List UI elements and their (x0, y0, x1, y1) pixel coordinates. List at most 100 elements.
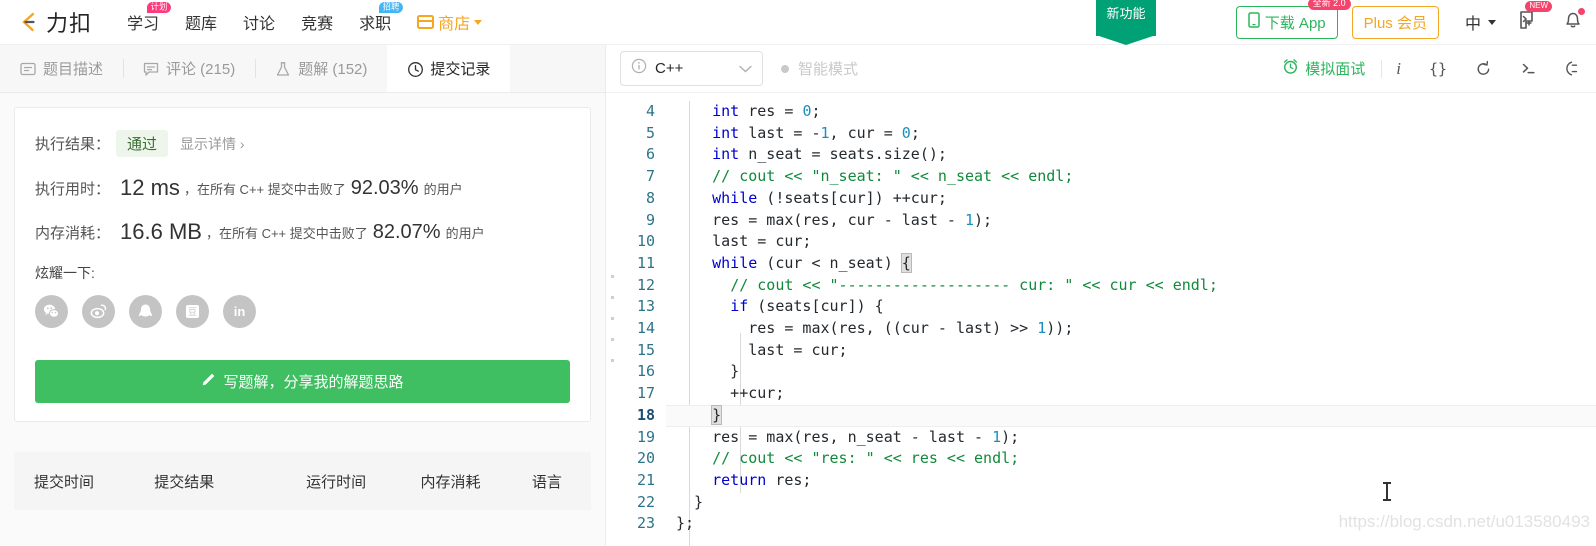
code-line[interactable]: // cout << "res: " << res << endl; (666, 448, 1596, 470)
tab-solutions[interactable]: 题解 (152) (255, 45, 387, 92)
format-braces-icon[interactable]: {} (1415, 60, 1461, 78)
code-content[interactable]: int res = 0; int last = -1, cur = 0; int… (666, 93, 1596, 546)
code-line[interactable]: res = max(res, ((cur - last) >> 1)); (666, 318, 1596, 340)
shop-icon (417, 14, 435, 30)
nav-items: 学习 计划 题库 讨论 竞赛 求职 招聘 商店 (114, 1, 495, 34)
nav-item-label: 求职 (359, 16, 392, 33)
status-dot-icon (781, 64, 789, 73)
code-line[interactable]: res = max(res, cur - last - 1); (666, 210, 1596, 232)
show-detail-link[interactable]: 显示详情 › (180, 134, 245, 154)
code-line[interactable]: int last = -1, cur = 0; (666, 123, 1596, 145)
smart-mode-label: 智能模式 (798, 61, 859, 78)
download-app-version-badge: 全新 2.0 (1307, 0, 1351, 11)
editor-toolbar: C++ 智能模式 模拟面试 i {} (606, 45, 1596, 93)
code-line[interactable]: // cout << "------------------- cur: " <… (666, 275, 1596, 297)
table-row[interactable] (14, 510, 591, 546)
line-number: 19 (636, 427, 655, 446)
linkedin-icon[interactable]: in (223, 295, 256, 328)
code-line[interactable]: last = cur; (666, 340, 1596, 362)
line-number: 4 (645, 102, 655, 120)
line-number: 15 (636, 340, 655, 359)
wechat-icon[interactable] (35, 295, 68, 328)
new-badge: NEW (1525, 0, 1552, 13)
write-solution-button[interactable]: 写题解，分享我的解题思路 (35, 360, 570, 403)
fold-dot (611, 317, 614, 320)
code-line[interactable]: return res; (666, 470, 1596, 492)
chevron-down-icon (474, 19, 483, 25)
line-number: 22 (636, 492, 655, 511)
line-number: 8 (645, 188, 655, 207)
code-line[interactable]: int res = 0; (666, 101, 1596, 123)
nav-item-shop[interactable]: 商店 (404, 10, 495, 34)
new-feature-label: 新功能 (1106, 6, 1146, 21)
code-line[interactable]: } (666, 492, 1596, 514)
runtime-row: 执行用时： 12 ms ，在所有 C++ 提交中击败了 92.03% 的用户 (15, 175, 590, 201)
weibo-icon[interactable] (82, 295, 115, 328)
mock-interview-label: 模拟面试 (1305, 61, 1366, 78)
reset-icon[interactable] (1461, 60, 1506, 77)
language-selector[interactable]: 中 (1465, 10, 1496, 34)
flask-icon (275, 61, 291, 77)
code-line[interactable]: // cout << "n_seat: " << n_seat << endl; (666, 166, 1596, 188)
table-header-row: 提交时间 提交结果 运行时间 内存消耗 语言 (14, 452, 591, 510)
runtime-percent: 92.03% (350, 176, 419, 199)
code-line[interactable]: ++cur; (666, 383, 1596, 405)
line-number: 5 (645, 123, 655, 142)
code-editor[interactable]: 4 5 6 7 8 9 10 11 12 13 14 15 16 17 18 19 20 21 22 23 int r… (606, 93, 1596, 546)
mock-interview-button[interactable]: 模拟面试 (1282, 58, 1381, 79)
new-feature-ribbon[interactable]: 新功能 (1096, 0, 1156, 36)
nav-item-study[interactable]: 学习 计划 (114, 1, 172, 34)
submission-result-card: 执行结果： 通过 显示详情 › 执行用时： 12 ms ，在所有 C++ 提交中… (14, 107, 591, 422)
tab-submissions[interactable]: 提交记录 (387, 45, 511, 92)
logo[interactable]: 力扣 (16, 6, 92, 38)
plus-member-label: Plus 会员 (1363, 14, 1427, 32)
memory-text-before: ，在所有 C++ 提交中击败了 (205, 225, 368, 241)
nav-item-contest[interactable]: 竞赛 (288, 10, 346, 34)
qq-icon[interactable] (129, 295, 162, 328)
download-app-label: 下载 App (1264, 14, 1326, 32)
leetcode-logo-icon (16, 9, 42, 35)
download-app-button[interactable]: 下载 App 全新 2.0 (1235, 0, 1351, 39)
info-icon[interactable]: i (1382, 59, 1415, 79)
code-line[interactable]: res = max(res, n_seat - last - 1); (666, 427, 1596, 449)
exec-result-label: 执行结果： (35, 136, 111, 153)
nav-item-discuss[interactable]: 讨论 (230, 10, 288, 34)
plus-member-button[interactable]: Plus 会员 (1351, 5, 1439, 39)
console-icon[interactable] (1506, 60, 1551, 77)
code-line[interactable]: int n_seat = seats.size(); (666, 144, 1596, 166)
smart-mode-toggle[interactable]: 智能模式 (781, 58, 858, 79)
code-line[interactable]: last = cur; (666, 231, 1596, 253)
right-panel: C++ 智能模式 模拟面试 i {} 4 5 6 7 8 9 10 11 12 … (606, 45, 1596, 546)
nav-shop-label: 商店 (438, 16, 471, 33)
playground-button[interactable]: NEW (1518, 0, 1552, 36)
line-number: 14 (636, 319, 655, 338)
line-number: 16 (636, 362, 655, 381)
nav-item-jobs[interactable]: 求职 招聘 (346, 1, 404, 34)
language-select[interactable]: C++ (620, 51, 763, 86)
line-number: 6 (645, 145, 655, 164)
code-line[interactable]: while (cur < n_seat) { (666, 252, 1596, 275)
line-number: 11 (636, 253, 655, 272)
code-line[interactable]: while (!seats[cur]) ++cur; (666, 188, 1596, 210)
left-panel: 题目描述 评论 (215) 题解 (152) 提交记录 执行结果： 通过 显示详… (0, 45, 606, 546)
line-number: 20 (636, 449, 655, 468)
nav-item-problems[interactable]: 题库 (172, 10, 230, 34)
share-icons: 豆 in (15, 295, 590, 328)
notifications-button[interactable] (1562, 7, 1585, 36)
code-line[interactable]: if (seats[cur]) { (666, 296, 1596, 318)
text-cursor-icon (1383, 482, 1391, 501)
nav-item-label: 学习 (127, 16, 160, 33)
code-line[interactable]: } (666, 404, 1596, 427)
tab-label: 题目描述 (43, 61, 104, 78)
left-scroll-area: 执行结果： 通过 显示详情 › 执行用时： 12 ms ，在所有 C++ 提交中… (0, 93, 605, 546)
tab-label: 提交记录 (430, 61, 491, 78)
fold-dot (611, 275, 614, 278)
nav-item-label: 题库 (185, 16, 218, 33)
douban-icon[interactable]: 豆 (176, 295, 209, 328)
description-icon (20, 61, 36, 77)
line-number: 9 (645, 210, 655, 229)
tab-description[interactable]: 题目描述 (0, 45, 123, 92)
code-line[interactable]: } (666, 361, 1596, 383)
tab-comments[interactable]: 评论 (215) (123, 45, 255, 92)
fullscreen-icon[interactable] (1551, 60, 1582, 77)
